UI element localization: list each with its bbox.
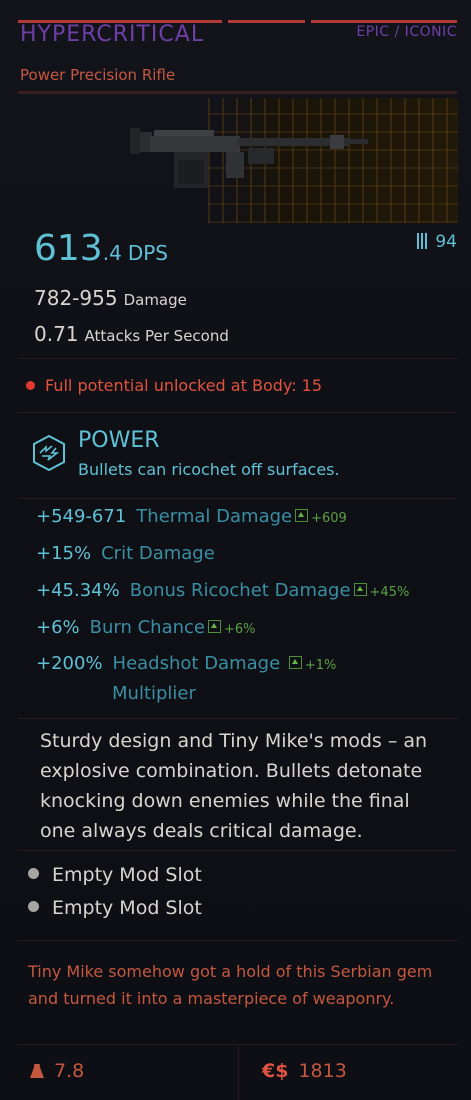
- power-perk-icon: [33, 434, 65, 472]
- warning-dot-icon: [26, 381, 35, 390]
- bonus-label: Bonus Ricochet Damage: [129, 580, 351, 601]
- ammo-count: 94: [417, 232, 457, 252]
- dps-unit: DPS: [127, 241, 168, 265]
- bonus-burn-chance: +6% Burn Chance +6%: [36, 617, 256, 638]
- perk-name: POWER: [78, 428, 160, 453]
- mod-slot-dot-icon: [28, 901, 39, 912]
- item-price: €$ 1813: [262, 1060, 347, 1082]
- bonus-label: Thermal Damage: [136, 506, 293, 527]
- weapon-type: Power Precision Rifle: [20, 66, 176, 84]
- item-description: Sturdy design and Tiny Mike's mods – an …: [40, 730, 428, 842]
- bonus-value: +549-671: [36, 506, 127, 527]
- rifle-icon: [130, 128, 368, 188]
- weight-icon: [30, 1064, 44, 1078]
- bonus-crit-damage: +15% Crit Damage: [36, 543, 215, 564]
- item-weight: 7.8: [30, 1060, 84, 1082]
- ammo-icon: [417, 233, 430, 249]
- aps-label: Attacks Per Second: [84, 327, 229, 345]
- bonus-label: Multiplier: [112, 683, 196, 704]
- mod-slot[interactable]: Empty Mod Slot: [28, 897, 202, 919]
- top-bar-segment: [311, 20, 457, 23]
- item-tooltip-panel: HYPERCRITICAL EPIC / ICONIC Power Precis…: [0, 0, 471, 1100]
- eurodollar-icon: €$: [262, 1060, 289, 1082]
- bonus-value: +200%: [36, 653, 103, 674]
- perk-description: Bullets can ricochet off surfaces.: [78, 460, 340, 479]
- divider: [18, 850, 457, 851]
- top-decoration: [0, 0, 471, 24]
- weapon-image: [18, 98, 458, 223]
- bonus-label: Crit Damage: [101, 543, 215, 564]
- bonus-ricochet-damage: +45.34% Bonus Ricochet Damage +45%: [36, 580, 409, 601]
- divider: [18, 498, 457, 499]
- top-bar-segment: [228, 20, 305, 23]
- aps-stat: 0.71 Attacks Per Second: [34, 322, 229, 346]
- aps-value: 0.71: [34, 322, 79, 346]
- weight-value: 7.8: [54, 1060, 85, 1082]
- bonus-value: +45.34%: [36, 580, 120, 601]
- divider: [18, 940, 457, 941]
- bonus-headshot-multiplier-line2: Multiplier: [112, 683, 196, 704]
- damage-value: 782-955: [34, 286, 118, 310]
- upgrade-arrow-icon: [295, 509, 309, 522]
- divider: [18, 412, 457, 413]
- header-divider: [18, 91, 457, 94]
- ammo-value: 94: [435, 232, 457, 252]
- mod-slot-dot-icon: [28, 868, 39, 879]
- divider: [18, 718, 457, 719]
- dps-value: 613.4 DPS: [34, 228, 168, 269]
- rarity-tag: EPIC / ICONIC: [356, 24, 457, 40]
- bonus-value: +15%: [36, 543, 92, 564]
- item-name: HYPERCRITICAL: [20, 22, 205, 47]
- mod-slot-label: Empty Mod Slot: [52, 864, 202, 886]
- requirement-warning: Full potential unlocked at Body: 15: [26, 376, 322, 395]
- bonus-headshot-multiplier: +200% Headshot Damage +1%: [36, 653, 336, 674]
- mod-slot[interactable]: Empty Mod Slot: [28, 864, 202, 886]
- upgrade-arrow-icon: [353, 583, 367, 596]
- flavor-text: Tiny Mike somehow got a hold of this Ser…: [28, 962, 433, 1008]
- damage-label: Damage: [123, 291, 187, 309]
- divider: [18, 1044, 457, 1045]
- damage-stat: 782-955 Damage: [34, 286, 187, 310]
- bonus-delta: +6%: [224, 622, 256, 637]
- bonus-label: Headshot Damage: [112, 653, 281, 674]
- bonus-value: +6%: [36, 617, 80, 638]
- dps-integer: 613: [34, 228, 103, 269]
- mod-slot-label: Empty Mod Slot: [52, 897, 202, 919]
- divider: [18, 358, 457, 359]
- upgrade-arrow-icon: [288, 656, 302, 669]
- bonus-delta: +1%: [304, 658, 337, 673]
- bonus-thermal-damage: +549-671 Thermal Damage +609: [36, 506, 347, 527]
- footer-divider: [238, 1046, 239, 1100]
- requirement-text: Full potential unlocked at Body: 15: [45, 376, 323, 395]
- bonus-delta: +45%: [369, 585, 410, 600]
- dps-decimal: .4: [102, 241, 122, 265]
- bonus-label: Burn Chance: [89, 617, 205, 638]
- bonus-delta: +609: [311, 511, 347, 526]
- price-value: 1813: [298, 1060, 347, 1082]
- upgrade-arrow-icon: [208, 620, 221, 633]
